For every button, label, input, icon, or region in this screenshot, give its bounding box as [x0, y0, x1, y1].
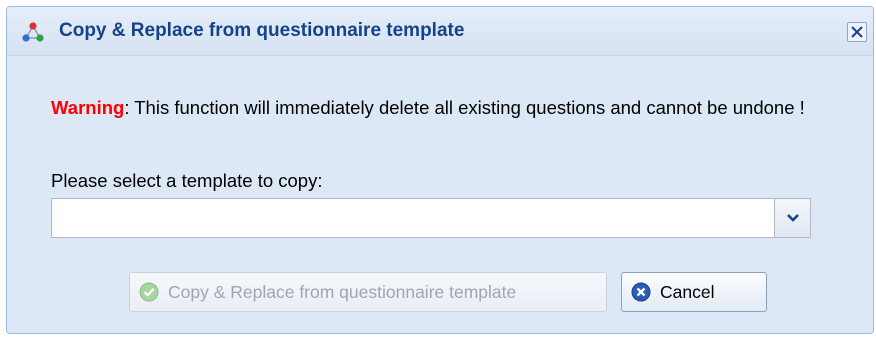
copy-replace-button[interactable]: Copy & Replace from questionnaire templa… [129, 272, 607, 312]
template-select-label: Please select a template to copy: [51, 170, 323, 191]
template-dropdown-trigger[interactable] [774, 199, 810, 237]
x-circle-icon [631, 282, 651, 302]
warning-message: : This function will immediately delete … [124, 97, 805, 118]
network-nodes-icon [21, 21, 45, 43]
copy-replace-label: Copy & Replace from questionnaire templa… [168, 282, 517, 302]
cancel-button[interactable]: Cancel [621, 272, 767, 312]
dialog-title: Copy & Replace from questionnaire templa… [59, 20, 465, 41]
copy-replace-dialog: Copy & Replace from questionnaire templa… [6, 6, 874, 334]
chevron-down-icon [787, 214, 799, 222]
warning-label: Warning [51, 97, 125, 118]
close-button[interactable] [847, 22, 867, 42]
template-combobox[interactable] [51, 198, 811, 238]
close-icon [851, 26, 863, 38]
template-select-input[interactable] [52, 199, 774, 237]
dialog-titlebar[interactable]: Copy & Replace from questionnaire templa… [7, 7, 873, 56]
cancel-label: Cancel [660, 282, 715, 302]
warning-text: Warning: This function will immediately … [51, 96, 831, 119]
check-circle-icon [139, 282, 159, 302]
